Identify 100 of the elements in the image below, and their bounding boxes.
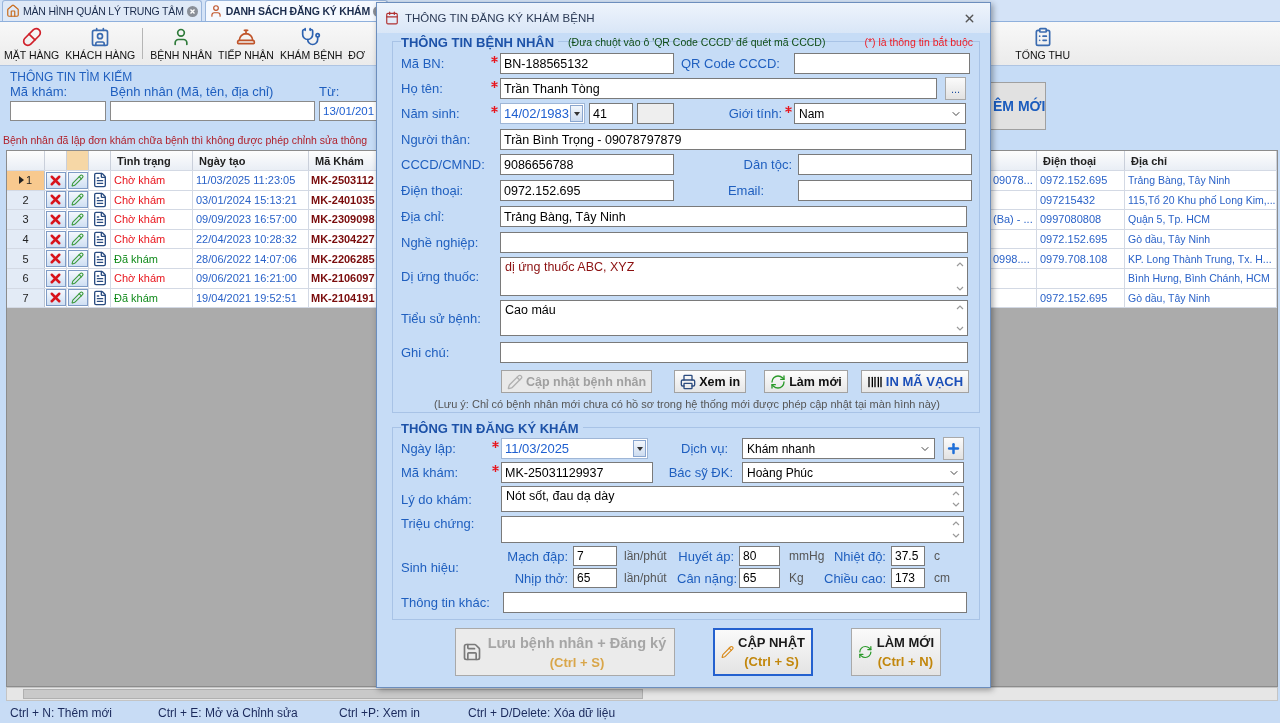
tab[interactable]: MÀN HÌNH QUẢN LÝ TRUNG TÂM bbox=[2, 0, 202, 21]
date-field[interactable]: 13/01/201 bbox=[319, 101, 379, 121]
row-header[interactable]: 5 bbox=[7, 249, 45, 268]
pill-icon[interactable] bbox=[21, 27, 42, 47]
delete-button[interactable] bbox=[45, 230, 66, 248]
toolbar-label[interactable]: ĐƠ bbox=[348, 49, 365, 61]
pencil-icon bbox=[71, 173, 84, 187]
column-header[interactable]: Ngày tạo bbox=[193, 151, 309, 170]
toolbar-label[interactable]: TIẾP NHẬN bbox=[218, 49, 274, 61]
table-cell: 09/06/2021 16:21:00 bbox=[193, 268, 309, 288]
stethoscope-icon[interactable] bbox=[301, 27, 322, 47]
pencil-icon bbox=[71, 291, 84, 305]
table-cell: Trảng Bàng, Tây Ninh bbox=[1125, 171, 1277, 190]
close-icon[interactable] bbox=[186, 5, 198, 17]
id-card-field[interactable]: 9086656788 bbox=[500, 154, 674, 175]
column-header[interactable]: Điện thoại bbox=[1037, 151, 1125, 170]
table-cell: Chờ khám bbox=[111, 229, 193, 249]
unit-label: lần/phút bbox=[623, 549, 668, 563]
vital-field[interactable]: 7 bbox=[573, 546, 617, 566]
action-button[interactable]: CẬP NHẬT (Ctrl + S) bbox=[713, 628, 813, 676]
delete-button[interactable] bbox=[45, 171, 66, 189]
vital-field[interactable]: 65 bbox=[573, 568, 617, 588]
ethnicity-field[interactable] bbox=[798, 154, 972, 175]
symptoms-field[interactable] bbox=[501, 516, 964, 543]
vital-field[interactable]: 80 bbox=[739, 546, 780, 566]
add-button[interactable] bbox=[943, 437, 964, 460]
delete-button[interactable] bbox=[45, 211, 66, 228]
occupation-field[interactable] bbox=[500, 232, 968, 253]
note-text: (Lưu ý: Chỉ có bệnh nhân mới chưa có hồ sơ trong hệ thống mới được phép cập nhật tại màn hình này) bbox=[433, 398, 941, 410]
document-icon bbox=[91, 211, 108, 228]
reason-field[interactable]: Nót sốt, đau dạ dày bbox=[501, 486, 964, 512]
toolbar-label[interactable]: KHÁM BỆNH bbox=[279, 49, 343, 61]
bell-icon[interactable] bbox=[236, 27, 256, 47]
input-field[interactable] bbox=[10, 101, 106, 121]
caret-icon bbox=[573, 111, 580, 116]
relative-field[interactable]: Trần Bình Trọng - 09078797879 bbox=[500, 129, 966, 150]
browse-button[interactable]: ... bbox=[945, 77, 966, 100]
toolbar-label[interactable]: MẶT HÀNG bbox=[4, 49, 60, 61]
allergy-field[interactable]: dị ứng thuốc ABC, XYZ bbox=[500, 257, 968, 296]
scroll-arrows-icon bbox=[955, 260, 965, 293]
patient-code-field[interactable]: BN-188565132 bbox=[500, 53, 674, 74]
x-icon bbox=[48, 172, 63, 188]
age-field[interactable]: 41 bbox=[589, 103, 633, 124]
address-field[interactable]: Trảng Bàng, Tây Ninh bbox=[500, 206, 967, 227]
action-button[interactable]: Xem in bbox=[674, 370, 747, 393]
action-button[interactable]: IN MÃ VẠCH bbox=[860, 370, 970, 393]
table-cell: 0972.152.695 bbox=[1037, 288, 1125, 308]
vital-field[interactable]: 173 bbox=[891, 568, 925, 588]
column-header[interactable]: Địa chỉ bbox=[1125, 151, 1277, 170]
birth-date-field[interactable]: 14/02/1983 bbox=[500, 103, 585, 124]
history-field[interactable]: Cao máu bbox=[500, 300, 968, 336]
other-info-field[interactable] bbox=[503, 591, 967, 613]
action-button[interactable]: LÀM MỚI (Ctrl + N) bbox=[851, 628, 941, 676]
exam-code-field[interactable]: MK-25031129937 bbox=[501, 462, 653, 483]
contact-card-icon[interactable] bbox=[90, 27, 111, 47]
dropdown-button[interactable] bbox=[570, 105, 583, 122]
field-label: Giới tính: bbox=[727, 106, 782, 121]
field-label: Mã khám: bbox=[10, 84, 69, 99]
column-header[interactable]: Tình trạng bbox=[111, 151, 193, 170]
email-field[interactable] bbox=[798, 180, 972, 201]
toolbar-label[interactable]: KHÁCH HÀNG bbox=[65, 49, 136, 61]
name-field[interactable]: Trần Thanh Tòng bbox=[500, 78, 937, 99]
doctor-select[interactable]: Hoàng Phúc bbox=[742, 462, 964, 483]
note-field[interactable] bbox=[500, 342, 968, 363]
input-field[interactable] bbox=[637, 103, 674, 124]
phone-field[interactable]: 0972.152.695 bbox=[500, 180, 674, 201]
unit-label: lần/phút bbox=[623, 571, 668, 585]
add-new-button[interactable]: ÊM MỚI bbox=[988, 82, 1046, 130]
field-label: Điện thoại: bbox=[401, 183, 465, 198]
field-label: Bác sỹ ĐK: bbox=[667, 465, 733, 480]
date-field[interactable]: 11/03/2025 bbox=[501, 438, 648, 459]
gender-select[interactable]: Nam bbox=[794, 103, 966, 124]
dropdown-button[interactable] bbox=[633, 440, 646, 457]
service-select[interactable]: Khám nhanh bbox=[742, 438, 935, 459]
action-button[interactable]: Làm mới bbox=[764, 370, 848, 393]
delete-button[interactable] bbox=[45, 289, 66, 307]
input-field[interactable] bbox=[110, 101, 315, 121]
table-cell: 115,Tổ 20 Khu phố Long Kim,... bbox=[1125, 190, 1277, 210]
row-header[interactable]: 1 bbox=[7, 171, 45, 190]
toolbar-label[interactable]: TỔNG THU bbox=[1015, 49, 1070, 61]
tab[interactable]: DANH SÁCH ĐĂNG KÝ KHÁM bbox=[204, 0, 389, 21]
pencil-icon bbox=[71, 193, 84, 207]
table-cell: KP. Long Thành Trung, Tx. H... bbox=[1125, 249, 1277, 268]
field-label: CCCD/CMND: bbox=[401, 157, 486, 172]
table-cell: Chờ khám bbox=[111, 190, 193, 210]
table-cell: 09/09/2023 16:57:00 bbox=[193, 210, 309, 229]
row-header[interactable]: 3 bbox=[7, 210, 45, 229]
field-label: Lý do khám: bbox=[401, 491, 473, 507]
delete-button[interactable] bbox=[45, 269, 66, 287]
horizontal-scrollbar[interactable] bbox=[6, 687, 1278, 701]
column-header[interactable]: Mã Khám bbox=[309, 151, 377, 170]
delete-button[interactable] bbox=[45, 250, 66, 268]
vital-field[interactable]: 65 bbox=[739, 568, 780, 588]
vital-field[interactable]: 37.5 bbox=[891, 546, 925, 566]
shortcut-hint: Ctrl + E: Mở và Chỉnh sửa bbox=[158, 706, 299, 720]
toolbar-label[interactable]: BỆNH NHÂN bbox=[150, 49, 213, 61]
qr-code-field[interactable] bbox=[794, 53, 970, 74]
field-label: Người thân: bbox=[401, 132, 472, 147]
unit-label: Kg bbox=[788, 571, 805, 585]
delete-button[interactable] bbox=[45, 191, 66, 209]
